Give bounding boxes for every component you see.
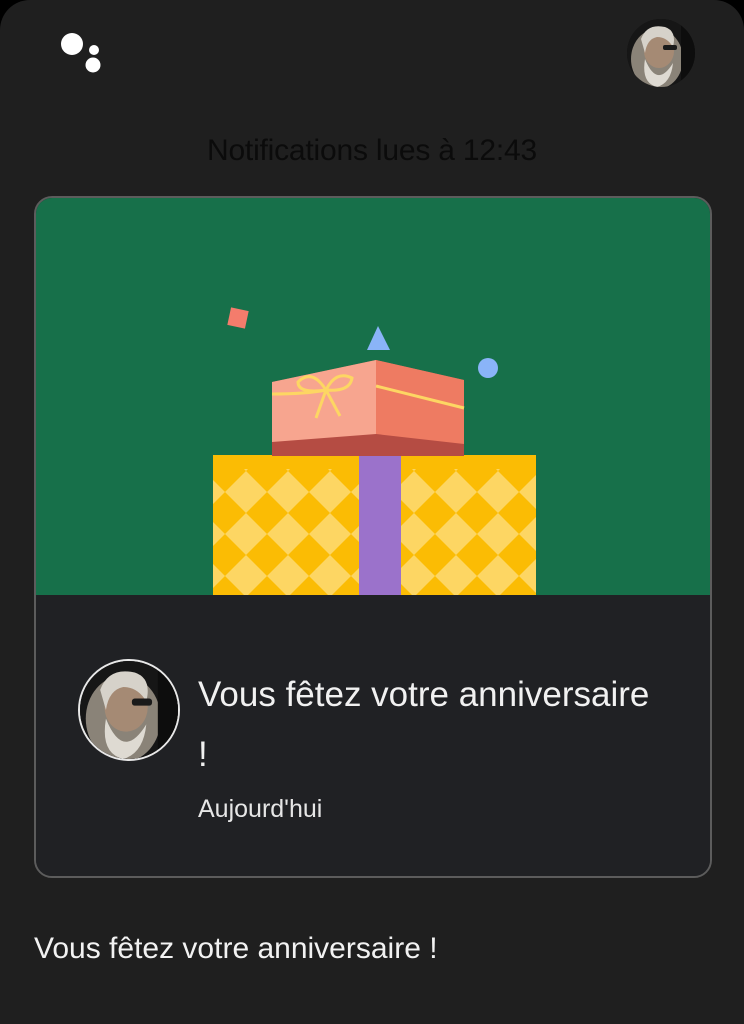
assistant-screen: Notifications lues à 12:43 Vous fêtez vo… <box>0 0 744 1024</box>
confetti-triangle-icon <box>367 326 390 350</box>
card-avatar <box>78 659 180 761</box>
small-gift-icon <box>271 360 465 456</box>
read-status-text: Notifications lues à 12:43 <box>206 134 537 167</box>
confetti-circle-icon <box>478 358 498 378</box>
card-title: Vous fêtez votre anniversaire ! <box>198 675 650 774</box>
large-gift-icon <box>213 455 536 595</box>
birthday-gifts-illustration <box>213 307 536 595</box>
google-assistant-icon[interactable] <box>58 30 108 74</box>
avatar-icon <box>80 661 178 759</box>
profile-avatar[interactable] <box>627 19 695 87</box>
card-date: Aujourd'hui <box>198 795 323 823</box>
assistant-message: Vous fêtez votre anniversaire ! <box>34 932 438 965</box>
confetti-square-icon <box>227 307 249 329</box>
card-body: Vous fêtez votre anniversaire ! Aujourd'… <box>36 595 710 876</box>
avatar-icon <box>627 19 695 87</box>
birthday-banner <box>36 198 710 595</box>
birthday-card[interactable]: Vous fêtez votre anniversaire ! Aujourd'… <box>34 196 712 878</box>
